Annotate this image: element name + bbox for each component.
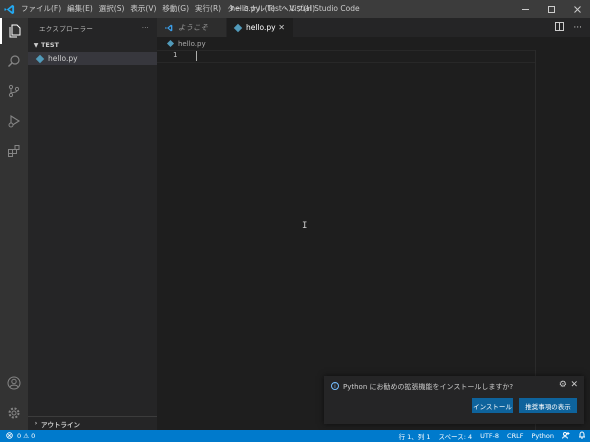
menu-run[interactable]: 実行(R) <box>192 0 224 18</box>
explorer-icon[interactable] <box>0 18 28 44</box>
search-icon[interactable] <box>0 48 28 74</box>
outline-section[interactable]: › アウトライン <box>28 416 157 430</box>
vscode-logo-icon <box>0 0 18 18</box>
close-icon[interactable]: ✕ <box>278 23 285 32</box>
ibeam-pointer-icon: I <box>302 221 308 231</box>
close-icon[interactable]: ✕ <box>570 380 578 390</box>
maximize-button[interactable] <box>538 0 564 18</box>
current-line-highlight <box>157 50 535 63</box>
explorer-header: エクスプローラー ··· <box>28 18 157 38</box>
minimize-button[interactable] <box>512 0 538 18</box>
menu-edit[interactable]: 編集(E) <box>64 0 96 18</box>
vscode-tab-icon <box>165 24 173 32</box>
minimap-border <box>535 50 536 430</box>
file-item-hello-py[interactable]: hello.py <box>28 52 157 65</box>
window-controls <box>512 0 590 18</box>
line-number: 1 <box>173 51 178 59</box>
tab-hello-py[interactable]: hello.py ✕ <box>227 18 293 37</box>
explorer-sidebar: エクスプローラー ··· ▼ TEST hello.py › アウトライン <box>28 18 157 430</box>
notification-message: Python にお勧めの拡張機能をインストールしますか? <box>343 383 514 391</box>
more-actions-button[interactable]: ··· <box>142 24 149 32</box>
breadcrumb: hello.py <box>157 37 590 50</box>
extensions-icon[interactable] <box>0 138 28 164</box>
problems-count: 0 ⚠ 0 <box>17 432 36 440</box>
python-file-icon <box>233 23 243 32</box>
breadcrumb-file[interactable]: hello.py <box>178 40 206 48</box>
menu-help[interactable]: ヘルプ(H) <box>278 0 318 18</box>
language-mode[interactable]: Python <box>531 432 554 440</box>
editor-tab-bar: ようこそ hello.py ✕ ··· <box>157 18 590 37</box>
folder-label: TEST <box>41 41 59 49</box>
tab-label: hello.py <box>246 23 276 32</box>
notifications-bell-icon[interactable] <box>578 431 586 441</box>
more-actions-icon[interactable]: ··· <box>573 23 582 33</box>
extension-recommendation-toast: i Python にお勧めの拡張機能をインストールしますか? ⚙ ✕ インストー… <box>324 376 584 424</box>
gear-icon[interactable]: ⚙ <box>559 380 567 390</box>
indentation[interactable]: スペース: 4 <box>438 431 472 441</box>
info-icon: i <box>331 382 339 390</box>
source-control-icon[interactable] <box>0 78 28 104</box>
python-file-icon <box>35 54 45 63</box>
feedback-icon[interactable] <box>562 431 570 441</box>
title-bar: ファイル(F) 編集(E) 選択(S) 表示(V) 移動(G) 実行(R) ター… <box>0 0 590 18</box>
menu-selection[interactable]: 選択(S) <box>96 0 128 18</box>
file-label: hello.py <box>48 54 78 63</box>
editor-actions: ··· <box>555 18 582 37</box>
status-bar: 0 ⚠ 0 行 1、列 1 スペース: 4 UTF-8 CRLF Python <box>0 430 590 442</box>
outline-label: アウトライン <box>41 420 80 429</box>
encoding[interactable]: UTF-8 <box>480 432 499 440</box>
menu-file[interactable]: ファイル(F) <box>18 0 64 18</box>
python-file-icon <box>166 39 175 48</box>
chevron-right-icon: › <box>34 420 38 427</box>
close-window-button[interactable] <box>564 0 590 18</box>
menu-view[interactable]: 表示(V) <box>127 0 159 18</box>
tab-label: ようこそ <box>178 23 208 32</box>
show-recommendations-button[interactable]: 推奨事項の表示 <box>519 398 577 413</box>
problems-indicator[interactable]: 0 ⚠ 0 <box>0 431 36 441</box>
tab-welcome[interactable]: ようこそ <box>157 18 227 37</box>
status-right-items: 行 1、列 1 スペース: 4 UTF-8 CRLF Python <box>399 430 586 442</box>
chevron-down-icon: ▼ <box>33 41 39 49</box>
end-of-line[interactable]: CRLF <box>507 432 523 440</box>
folder-section-test[interactable]: ▼ TEST <box>28 38 157 52</box>
account-icon[interactable] <box>0 370 28 396</box>
code-editor[interactable]: 1 I <box>157 50 590 430</box>
error-icon <box>6 431 13 441</box>
explorer-title: エクスプローラー <box>39 25 94 33</box>
menu-bar: ファイル(F) 編集(E) 選択(S) 表示(V) 移動(G) 実行(R) ター… <box>18 0 318 18</box>
install-button[interactable]: インストール <box>472 398 513 413</box>
activity-bar <box>0 18 28 430</box>
settings-gear-icon[interactable] <box>0 400 28 426</box>
menu-go[interactable]: 移動(G) <box>159 0 192 18</box>
run-debug-icon[interactable] <box>0 108 28 134</box>
split-editor-icon[interactable] <box>555 21 565 34</box>
cursor-position[interactable]: 行 1、列 1 <box>399 431 431 441</box>
menu-terminal[interactable]: ターミナル(T) <box>224 0 278 18</box>
text-cursor <box>196 51 197 61</box>
